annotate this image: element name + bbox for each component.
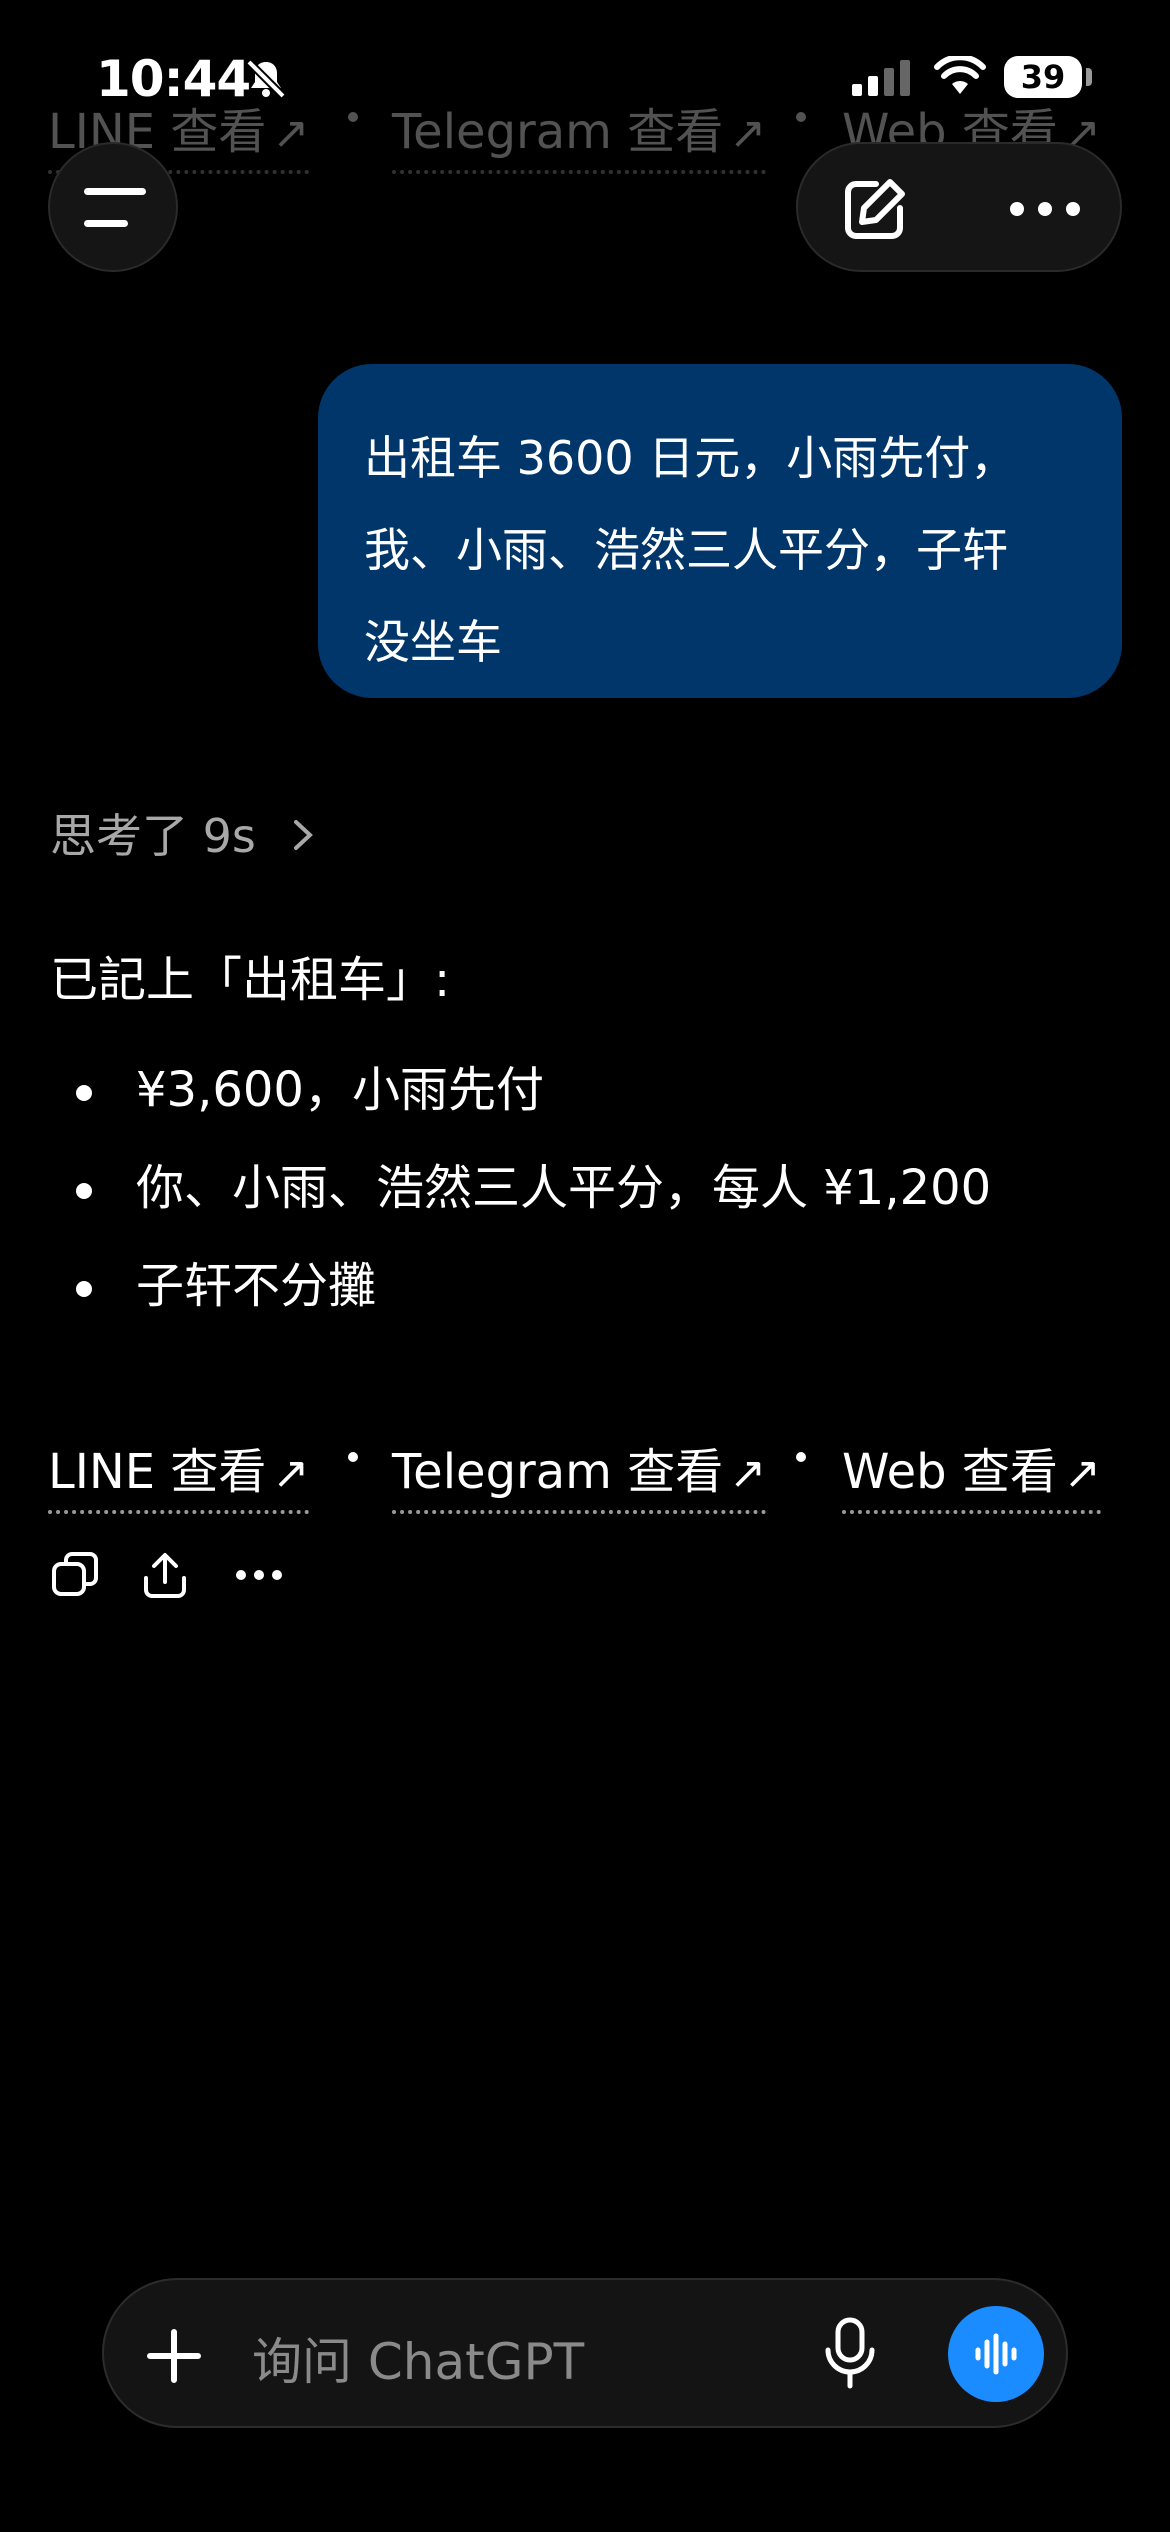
thought-toggle[interactable]: 思考了 9s bbox=[50, 800, 314, 866]
waveform-icon bbox=[975, 2333, 1017, 2375]
microphone-icon[interactable] bbox=[822, 2316, 878, 2396]
wifi-icon bbox=[934, 54, 986, 100]
chevron-right-icon bbox=[292, 809, 314, 863]
list-item: 你、小雨、浩然三人平分，每人 ¥1,200 bbox=[50, 1153, 991, 1251]
external-arrow-icon: ↗ bbox=[272, 1448, 310, 1499]
list-item: 子轩不分攤 bbox=[50, 1251, 991, 1349]
new-chat-edit-icon[interactable] bbox=[838, 174, 910, 250]
user-message-line: 出租车 3600 日元，小雨先付， bbox=[364, 431, 1017, 485]
link-separator bbox=[348, 1452, 358, 1462]
line-view-link[interactable]: LINE 查看 ↗ bbox=[48, 1432, 310, 1514]
user-message-line: 我、小雨、浩然三人平分，子轩 bbox=[364, 523, 1008, 577]
cellular-signal-icon bbox=[852, 60, 912, 100]
message-composer: 询问 ChatGPT bbox=[102, 2278, 1068, 2428]
user-message-bubble: 出租车 3600 日元，小雨先付， 我、小雨、浩然三人平分，子轩 没坐车 bbox=[318, 364, 1122, 698]
battery-indicator: 39 bbox=[1004, 56, 1082, 98]
assistant-bullet-list: ¥3,600，小雨先付 你、小雨、浩然三人平分，每人 ¥1,200 子轩不分攤 bbox=[50, 1055, 991, 1349]
more-options-icon[interactable] bbox=[236, 1570, 286, 1582]
share-icon[interactable] bbox=[140, 1550, 190, 1604]
header-actions bbox=[796, 142, 1122, 272]
status-bar: 10:44 39 bbox=[0, 0, 1170, 150]
link-separator bbox=[796, 1452, 806, 1462]
composer-input[interactable]: 询问 ChatGPT bbox=[252, 2322, 584, 2394]
external-arrow-icon: ↗ bbox=[1063, 1448, 1101, 1499]
status-time: 10:44 bbox=[96, 50, 251, 108]
list-item: ¥3,600，小雨先付 bbox=[50, 1055, 991, 1153]
battery-cap bbox=[1086, 68, 1092, 86]
assistant-lead-text: 已記上「出租车」: bbox=[50, 952, 451, 1008]
sidebar-menu-button[interactable] bbox=[48, 142, 178, 272]
thought-label: 思考了 9s bbox=[50, 809, 256, 863]
voice-mode-button[interactable] bbox=[948, 2306, 1044, 2402]
plus-icon[interactable] bbox=[146, 2328, 202, 2388]
bell-muted-icon bbox=[245, 58, 287, 104]
menu-icon bbox=[84, 188, 146, 195]
telegram-view-link[interactable]: Telegram 查看 ↗ bbox=[392, 1432, 767, 1514]
menu-icon-bar bbox=[84, 220, 128, 227]
more-options-icon[interactable] bbox=[1010, 202, 1080, 216]
external-arrow-icon: ↗ bbox=[729, 1448, 767, 1499]
copy-icon[interactable] bbox=[50, 1550, 100, 1604]
user-message-line: 没坐车 bbox=[364, 615, 502, 669]
web-view-link[interactable]: Web 查看 ↗ bbox=[842, 1432, 1101, 1514]
